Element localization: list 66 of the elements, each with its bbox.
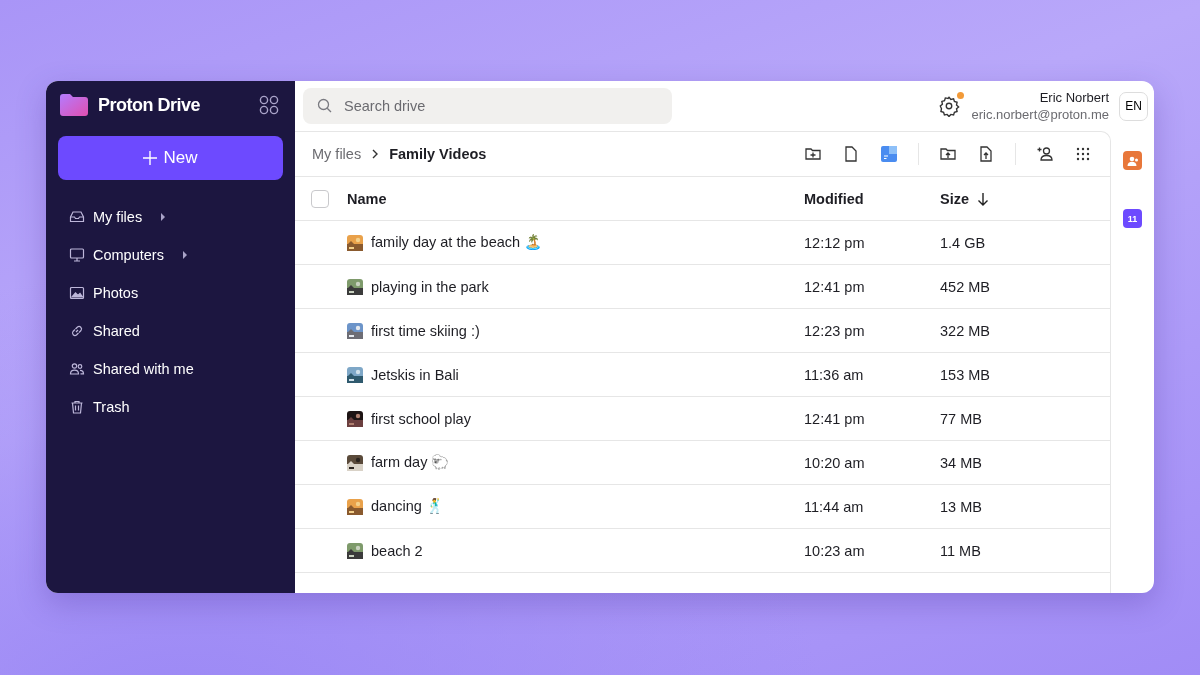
new-folder-icon[interactable] [804,145,822,163]
calendar-app-icon[interactable]: 11 [1123,209,1142,228]
file-name[interactable]: farm day 🐑 [371,454,450,471]
modified-time: 12:23 pm [804,322,865,339]
more-icon[interactable] [1074,145,1092,163]
file-name[interactable]: playing in the park [371,278,489,295]
sidebar-item[interactable]: Computers [58,236,283,274]
image-icon [69,285,85,301]
column-header[interactable]: Name [347,190,387,207]
modified-time: 10:20 am [804,454,865,471]
file-size: 11 MB [940,542,981,559]
file-name[interactable]: beach 2 [371,542,423,559]
select-all-checkbox[interactable] [311,189,329,208]
modified-time: 12:41 pm [804,410,865,427]
people-icon [69,361,85,377]
upload-file-icon[interactable] [977,145,995,163]
trash-icon [69,399,85,415]
inbox-icon [69,209,85,225]
search-field[interactable]: Search drive [303,88,672,124]
file-size: 153 MB [940,366,990,383]
file-name[interactable]: dancing 🕺 [371,498,444,515]
modified-time: 12:41 pm [804,278,865,295]
sidebar-item[interactable]: Photos [58,274,283,312]
caret-icon[interactable] [160,213,167,221]
monitor-icon [69,247,85,263]
sort-arrow-icon[interactable] [977,191,989,206]
file-size: 452 MB [940,278,990,295]
chevron-icon [371,149,380,159]
breadcrumb-link[interactable]: My files [312,146,362,162]
file-name[interactable]: first time skiing :) [371,322,480,339]
breadcrumb-current: Family Videos [389,146,487,162]
document-icon[interactable] [880,145,898,163]
new-file-icon[interactable] [842,145,860,163]
new-button[interactable]: New [58,136,283,180]
settings-icon[interactable] [937,95,960,117]
modified-time: 12:12 pm [804,234,865,251]
contacts-app-icon[interactable] [1123,151,1142,170]
sidebar-item[interactable]: My files [58,198,283,236]
upload-folder-icon[interactable] [939,145,957,163]
sidebar-item[interactable]: Shared [58,312,283,350]
modified-time: 11:44 am [804,498,864,515]
folder-icon [60,94,88,116]
sidebar-item[interactable]: Trash [58,388,283,426]
sidebar-item[interactable]: Shared with me [58,350,283,388]
search-icon [317,98,332,113]
link-icon [69,323,85,339]
plus-icon [143,151,158,165]
app-name: Proton Drive [98,94,202,116]
file-size: 13 MB [940,498,982,515]
file-size: 34 MB [940,454,982,471]
user-email: eric.norbert@proton.me [971,106,1109,123]
file-size: 77 MB [940,410,982,427]
file-size: 322 MB [940,322,990,339]
file-name[interactable]: first school play [371,410,471,427]
user-name: Eric Norbert [1039,89,1109,106]
column-header[interactable]: Size [940,190,969,207]
file-size: 1.4 GB [940,234,986,251]
app-grid-icon[interactable] [259,95,279,115]
modified-time: 10:23 am [804,542,865,559]
modified-time: 11:36 am [804,366,864,383]
file-name[interactable]: family day at the beach 🏝 [371,234,543,251]
caret-icon[interactable] [181,251,188,259]
language-button[interactable]: EN [1119,91,1148,121]
file-name[interactable]: Jetskis in Bali [371,366,459,383]
add-user-icon[interactable] [1036,145,1054,163]
column-header[interactable]: Modified [804,190,864,207]
